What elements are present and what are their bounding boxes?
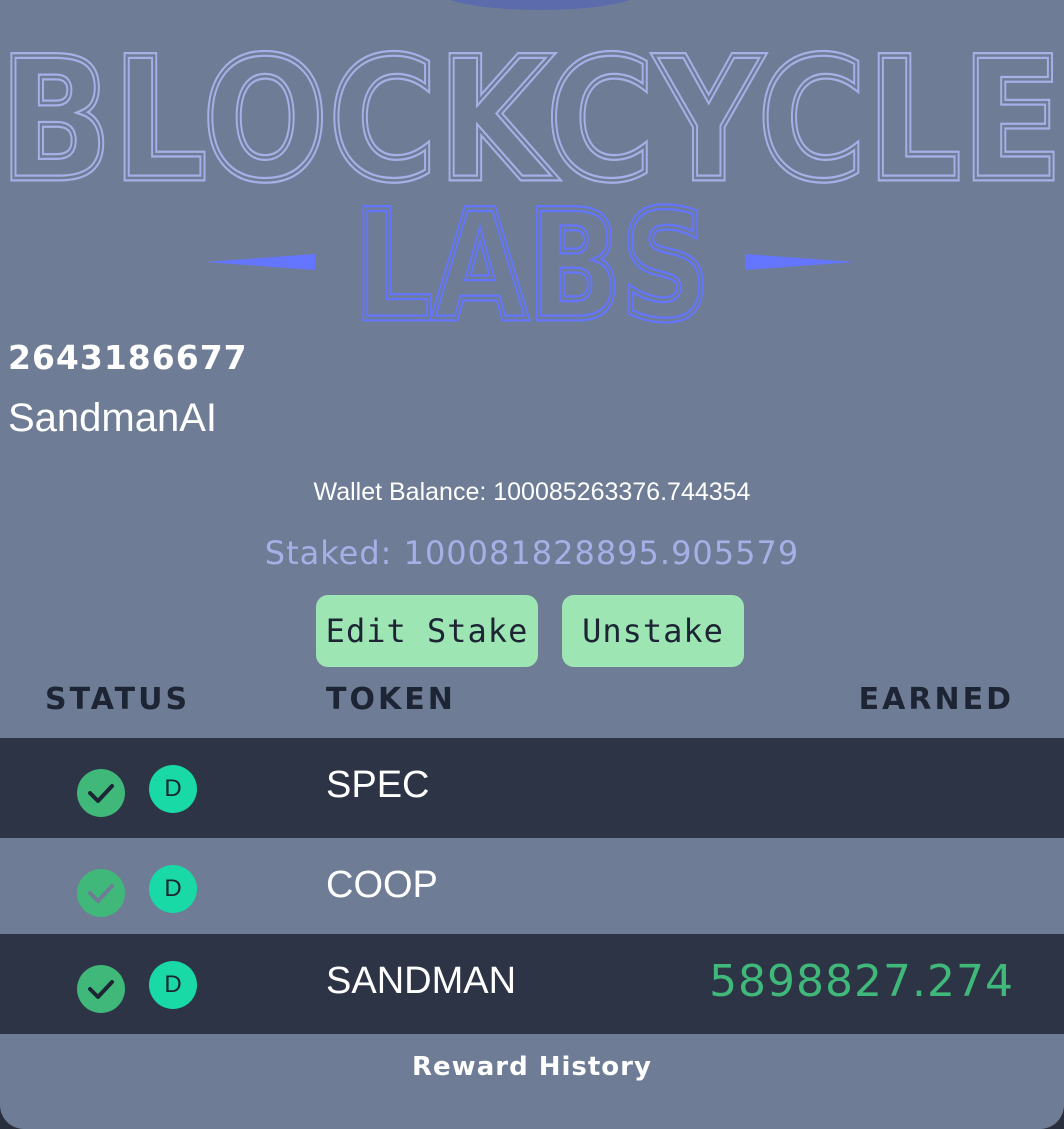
- header-earned: EARNED: [858, 682, 1014, 717]
- d-badge-icon: D: [149, 765, 197, 813]
- d-badge-icon: D: [149, 961, 197, 1009]
- token-name: COOP: [326, 864, 438, 906]
- wallet-balance: Wallet Balance: 100085263376.744354: [313, 478, 751, 506]
- table-row[interactable]: D SANDMAN 5898827.274: [0, 934, 1064, 1034]
- blockcycle-labs-logo: BLOCKCYCLE BLOCKCYCLE LABS LABS: [0, 0, 1064, 331]
- table-row[interactable]: D SPEC: [0, 738, 1064, 838]
- staked-amount: Staked: 100081828895.905579: [264, 534, 800, 572]
- token-name: SPEC: [326, 764, 430, 806]
- header-status: STATUS: [45, 682, 191, 717]
- check-circle-icon: [77, 965, 125, 1013]
- logo-line2-inner: LABS: [354, 180, 710, 330]
- logo-graphic: BLOCKCYCLE BLOCKCYCLE LABS LABS: [0, 19, 1064, 331]
- check-circle-icon: [77, 769, 125, 817]
- header-token: TOKEN: [326, 682, 456, 717]
- logo-left-dash: [205, 254, 315, 270]
- reward-history-link[interactable]: Reward History: [0, 1052, 1064, 1082]
- d-badge-icon: D: [149, 865, 197, 913]
- unstake-button[interactable]: Unstake: [562, 595, 744, 667]
- staking-card: BLOCKCYCLE BLOCKCYCLE LABS LABS 26431866…: [0, 0, 1064, 1129]
- logo-right-dash: [745, 254, 855, 270]
- account-id: 2643186677: [8, 338, 248, 377]
- check-circle-icon: [77, 869, 125, 917]
- earned-value: 5898827.274: [709, 956, 1014, 1007]
- edit-stake-button[interactable]: Edit Stake: [316, 595, 538, 667]
- table-row[interactable]: D COOP: [0, 838, 1064, 938]
- token-name: SANDMAN: [326, 960, 517, 1002]
- account-name: SandmanAI: [8, 396, 218, 440]
